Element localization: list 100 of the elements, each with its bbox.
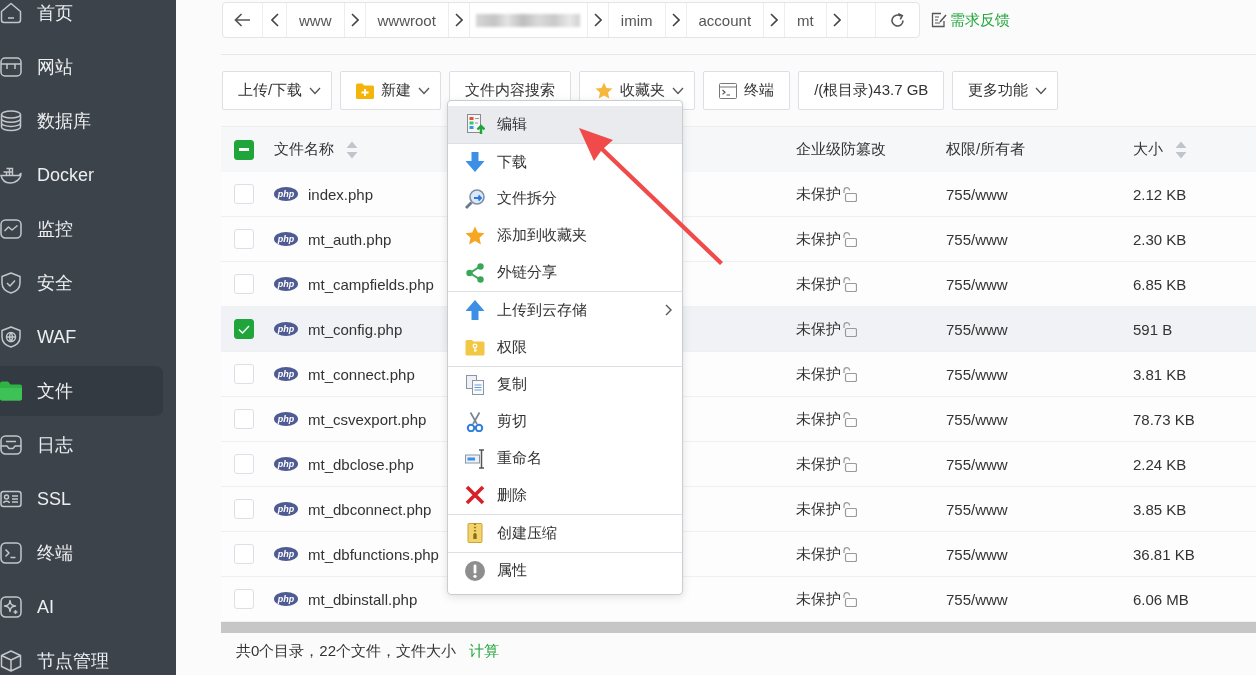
file-name[interactable]: mt_csvexport.php (308, 410, 427, 428)
unlock-icon[interactable] (843, 231, 857, 247)
toolbar-button[interactable]: 新建 (340, 71, 442, 110)
file-type-badge: php (274, 592, 298, 606)
permission-owner[interactable]: 755/www (946, 185, 1008, 203)
magnifier-icon (465, 189, 485, 209)
zip-archive-icon (465, 523, 485, 544)
file-summary: 共0个目录，22个文件，文件大小 (236, 641, 457, 661)
file-type-badge: php (274, 232, 298, 246)
row-checkbox[interactable] (234, 319, 254, 339)
menu-item[interactable]: 添加到收藏夹 (448, 217, 682, 255)
id-card-icon (0, 488, 22, 510)
file-name[interactable]: mt_dbfunctions.php (308, 545, 439, 563)
file-name[interactable]: mt_config.php (308, 320, 403, 338)
file-size: 2.12 KB (1133, 185, 1187, 203)
sidebar-item[interactable]: WAF (0, 312, 163, 362)
file-name[interactable]: mt_dbclose.php (308, 455, 414, 473)
sidebar-item[interactable]: 日志 (0, 420, 163, 470)
file-size: 2.24 KB (1133, 455, 1187, 473)
permission-owner[interactable]: 755/www (946, 320, 1008, 338)
permission-owner[interactable]: 755/www (946, 590, 1008, 608)
unlock-icon[interactable] (843, 501, 857, 517)
file-type-badge: php (274, 457, 298, 471)
protection-status: 未保护 (796, 319, 841, 339)
file-name[interactable]: index.php (308, 185, 374, 203)
sidebar-item[interactable]: 首页 (0, 0, 163, 38)
unlock-icon[interactable] (843, 456, 857, 472)
chevron-right-icon[interactable] (832, 13, 841, 27)
toolbar-button[interactable]: 上传/下载 (222, 71, 333, 110)
sidebar-item[interactable]: 文件 (0, 366, 163, 416)
menu-item[interactable]: 编辑 (448, 106, 682, 143)
file-type-badge: php (274, 367, 298, 381)
protection-status: 未保护 (796, 364, 841, 384)
chevron-right-icon[interactable] (350, 13, 359, 27)
chart-monitor-icon (0, 218, 22, 240)
chevron-left-icon[interactable] (270, 13, 279, 27)
sidebar-item[interactable]: 网站 (0, 42, 163, 92)
key-folder-icon (465, 337, 485, 358)
file-name[interactable]: mt_auth.php (308, 230, 392, 248)
select-all-checkbox[interactable] (234, 139, 254, 160)
permission-owner[interactable]: 755/www (946, 230, 1008, 248)
permission-owner[interactable]: 755/www (946, 410, 1008, 428)
permission-owner[interactable]: 755/www (946, 500, 1008, 518)
star-icon (465, 225, 485, 246)
path-segment[interactable]: account (686, 3, 765, 37)
menu-item[interactable]: 创建压缩 (448, 514, 682, 552)
menu-item[interactable]: 重命名 (448, 440, 682, 477)
sort-icon[interactable] (1175, 140, 1187, 159)
share-icon (465, 262, 485, 283)
sidebar-item[interactable]: SSL (0, 474, 163, 524)
unlock-icon[interactable] (843, 366, 857, 382)
permission-owner[interactable]: 755/www (946, 455, 1008, 473)
protection-status: 未保护 (796, 229, 841, 249)
file-name[interactable]: mt_connect.php (308, 365, 415, 383)
file-name[interactable]: mt_campfields.php (308, 275, 434, 293)
permission-owner[interactable]: 755/www (946, 545, 1008, 563)
cross-icon (465, 485, 485, 506)
path-segment[interactable]: www (287, 3, 345, 37)
unlock-icon[interactable] (843, 591, 857, 607)
file-size: 591 B (1133, 320, 1173, 338)
toolbar-button[interactable]: 终端 (703, 71, 791, 110)
menu-item[interactable]: 文件拆分 (448, 180, 682, 218)
column-header[interactable]: 大小 (1133, 140, 1163, 159)
unlock-icon[interactable] (843, 411, 857, 427)
permission-owner[interactable]: 755/www (946, 365, 1008, 383)
sidebar-item[interactable]: 监控 (0, 204, 163, 254)
column-header[interactable]: 文件名称 (274, 140, 334, 159)
unlock-icon[interactable] (843, 276, 857, 292)
chevron-right-icon[interactable] (454, 13, 463, 27)
protection-status: 未保护 (796, 589, 841, 609)
exclamation-icon (465, 560, 485, 581)
unlock-icon[interactable] (843, 186, 857, 202)
protection-status: 未保护 (796, 544, 841, 564)
unlock-icon[interactable] (843, 321, 857, 337)
sidebar-item[interactable]: 安全 (0, 258, 163, 308)
browser-window-icon (0, 56, 22, 78)
path-segment[interactable]: mt (785, 3, 827, 37)
sort-icon[interactable] (346, 140, 358, 159)
toolbar-button[interactable]: /(根目录)43.7 GB (798, 71, 945, 110)
toolbar-button[interactable]: 更多功能 (952, 71, 1059, 110)
chevron-right-icon[interactable] (593, 13, 602, 27)
menu-item[interactable]: 剪切 (448, 403, 682, 441)
chevron-right-icon[interactable] (770, 13, 779, 27)
sidebar-item[interactable]: 终端 (0, 528, 163, 578)
star-icon (595, 82, 614, 99)
permission-owner[interactable]: 755/www (946, 275, 1008, 293)
file-name[interactable]: mt_dbinstall.php (308, 590, 418, 608)
sidebar-item[interactable]: AI (0, 582, 163, 632)
file-type-badge: php (274, 502, 298, 516)
sidebar-item[interactable]: 节点管理 (0, 636, 163, 675)
horizontal-scrollbar[interactable] (221, 622, 1256, 633)
protection-status: 未保护 (796, 499, 841, 519)
sidebar-item[interactable]: 数据库 (0, 96, 163, 146)
chevron-right-icon[interactable] (671, 13, 680, 27)
unlock-icon[interactable] (843, 546, 857, 562)
sidebar-item[interactable]: Docker (0, 150, 163, 200)
path-segment[interactable]: wwwroot (365, 3, 449, 37)
file-type-badge: php (274, 277, 298, 291)
path-segment[interactable]: imim (608, 3, 666, 37)
file-name[interactable]: mt_dbconnect.php (308, 500, 432, 518)
